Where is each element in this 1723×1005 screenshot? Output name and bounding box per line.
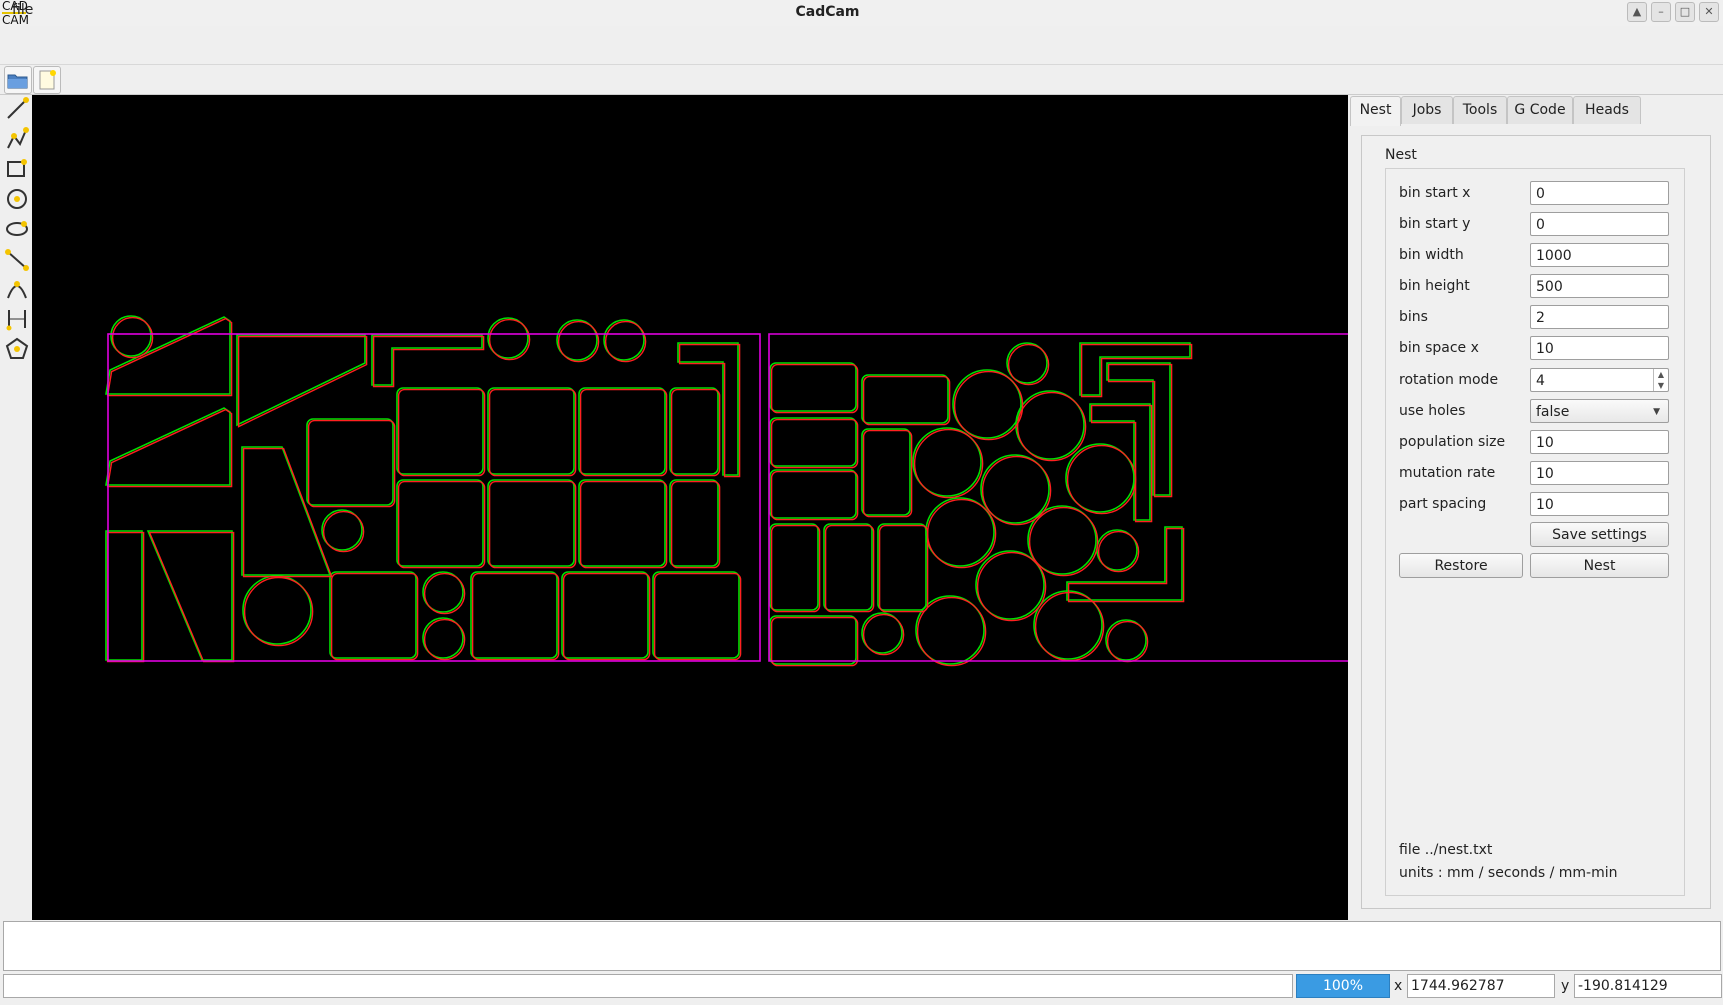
tool-sidebar (2, 96, 33, 920)
label-use-holes: use holes (1399, 403, 1466, 419)
label-population-size: population size (1399, 434, 1506, 450)
x-coord-label: x (1394, 978, 1403, 994)
use-holes-value: false (1536, 404, 1570, 420)
drawing-canvas[interactable] (32, 95, 1348, 920)
minimize-icon[interactable]: – (1651, 2, 1671, 22)
mutation-rate-input[interactable]: 10 (1530, 461, 1669, 485)
tab-gcode[interactable]: G Code (1507, 96, 1573, 124)
rectangle-tool-icon[interactable] (4, 156, 30, 182)
part-spacing-input[interactable]: 10 (1530, 492, 1669, 516)
dimension-tool-icon[interactable] (4, 306, 30, 332)
bin-space-x-input[interactable]: 10 (1530, 336, 1669, 360)
new-file-icon[interactable] (33, 66, 61, 94)
units-info: units : mm / seconds / mm-min (1399, 865, 1618, 881)
nest-drawing (105, 315, 1348, 667)
use-holes-select[interactable]: false ▼ (1530, 399, 1669, 423)
console-output[interactable] (3, 921, 1721, 971)
spin-arrows-icon[interactable]: ▲ ▼ (1653, 369, 1668, 391)
bin-width-input[interactable]: 1000 (1530, 243, 1669, 267)
label-rotation-mode: rotation mode (1399, 372, 1499, 388)
circle-tool-icon[interactable] (4, 186, 30, 212)
label-bin-space-x: bin space x (1399, 340, 1479, 356)
label-mutation-rate: mutation rate (1399, 465, 1496, 481)
chevron-down-icon: ▼ (1653, 407, 1660, 417)
command-input[interactable] (3, 974, 1293, 998)
restore-button[interactable]: Restore (1399, 553, 1523, 578)
line-tool-icon[interactable] (4, 96, 30, 122)
maximize-icon[interactable]: □ (1675, 2, 1695, 22)
zoom-button[interactable]: 100% (1296, 974, 1390, 998)
window-title: CadCam (795, 4, 860, 20)
nest-file-path: file ../nest.txt (1399, 842, 1493, 858)
bin-start-y-input[interactable]: 0 (1530, 212, 1669, 236)
x-coord-field[interactable]: 1744.962787 (1407, 974, 1555, 998)
label-bin-start-y: bin start y (1399, 216, 1471, 232)
population-size-input[interactable]: 10 (1530, 430, 1669, 454)
label-bins: bins (1399, 309, 1428, 325)
tab-tools[interactable]: Tools (1453, 96, 1507, 124)
label-bin-start-x: bin start x (1399, 185, 1471, 201)
ellipse-tool-icon[interactable] (4, 216, 30, 242)
polyline-tool-icon[interactable] (4, 126, 30, 152)
nest-group-title: Nest (1385, 147, 1417, 163)
rotation-mode-spinbox[interactable]: 4 ▲ ▼ (1530, 368, 1669, 392)
tab-nest[interactable]: Nest (1350, 96, 1401, 126)
save-settings-button[interactable]: Save settings (1530, 522, 1669, 547)
tab-jobs[interactable]: Jobs (1401, 96, 1453, 124)
arc-tool-icon[interactable] (4, 276, 30, 302)
close-icon[interactable]: ✕ (1699, 2, 1719, 22)
menu-file[interactable]: file (12, 2, 33, 18)
label-bin-height: bin height (1399, 278, 1470, 294)
label-part-spacing: part spacing (1399, 496, 1487, 512)
open-folder-icon[interactable] (4, 66, 32, 94)
menu-bar (0, 26, 1723, 48)
rotation-mode-value: 4 (1536, 373, 1545, 389)
tab-heads[interactable]: Heads (1573, 96, 1641, 124)
toolbar (0, 64, 1723, 95)
y-coord-field[interactable]: -190.814129 (1574, 974, 1722, 998)
y-coord-label: y (1561, 978, 1570, 994)
label-bin-width: bin width (1399, 247, 1464, 263)
window-controls: ▲ – □ ✕ (1627, 2, 1719, 22)
polygon-tool-icon[interactable] (4, 336, 30, 362)
nest-button[interactable]: Nest (1530, 553, 1669, 578)
toolbar-separator (0, 48, 1723, 65)
path-tool-icon[interactable] (4, 246, 30, 272)
bin-height-input[interactable]: 500 (1530, 274, 1669, 298)
bin-start-x-input[interactable]: 0 (1530, 181, 1669, 205)
bins-input[interactable]: 2 (1530, 305, 1669, 329)
keep-above-icon[interactable]: ▲ (1627, 2, 1647, 22)
